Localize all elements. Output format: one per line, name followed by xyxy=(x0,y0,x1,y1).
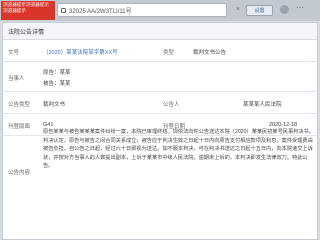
section-label: 刊登版面 xyxy=(8,124,31,130)
notice-type-value: 裁判文书 xyxy=(43,102,66,108)
settings-button[interactable]: 设置 xyxy=(246,5,273,16)
notice-content: 原告某某与被告某某某案件纠纷一案，本院已审理终结。现依法向你公告送达本院（202… xyxy=(43,129,314,170)
info-row-parties: 当事人 原告：某某 被告：某某 xyxy=(3,62,317,92)
content-label: 公告内容 xyxy=(8,170,31,176)
defendant-value: 被告：某某 xyxy=(43,81,71,87)
address-text: 32025 AA/2W3TLI/11号 xyxy=(69,8,132,15)
type-label: 类型 xyxy=(163,50,175,56)
parties-label: 当事人 xyxy=(8,76,25,82)
close-icon[interactable]: × xyxy=(236,6,240,13)
browser-toolbar: 浏览器提示浏览器提示浏览器提示 32025 AA/2W3TLI/11号 × 设置… xyxy=(0,0,320,21)
address-bar[interactable]: 32025 AA/2W3TLI/11号 xyxy=(57,3,227,17)
type-value: 裁判文书公告 xyxy=(193,50,227,56)
plaintiff-value: 原告：某某 xyxy=(43,70,71,76)
menu-icon[interactable]: ⋯ xyxy=(296,3,305,12)
panel-title: 法院公告详情 xyxy=(3,23,317,40)
announcer-value: 某某某人民法院 xyxy=(243,102,282,108)
info-row-type: 公告类型 裁判文书 公告人 某某某人民法院 xyxy=(3,92,317,114)
docno-label: 文号 xyxy=(8,50,20,56)
user-icon[interactable] xyxy=(280,5,289,14)
notice-type-label: 公告类型 xyxy=(8,102,31,108)
announcer-label: 公告人 xyxy=(163,102,180,108)
docno-value[interactable]: （2020）某某法院某字第XX号 xyxy=(43,48,118,56)
warning-badge: 浏览器提示浏览器提示浏览器提示 xyxy=(1,1,55,20)
notice-panel: 法院公告详情 文号 （2020）某某法院某字第XX号 类型 裁判文书公告 当事人… xyxy=(2,22,318,240)
info-row-docno: 文号 （2020）某某法院某字第XX号 类型 裁判文书公告 xyxy=(3,40,317,62)
lock-icon xyxy=(61,7,66,13)
